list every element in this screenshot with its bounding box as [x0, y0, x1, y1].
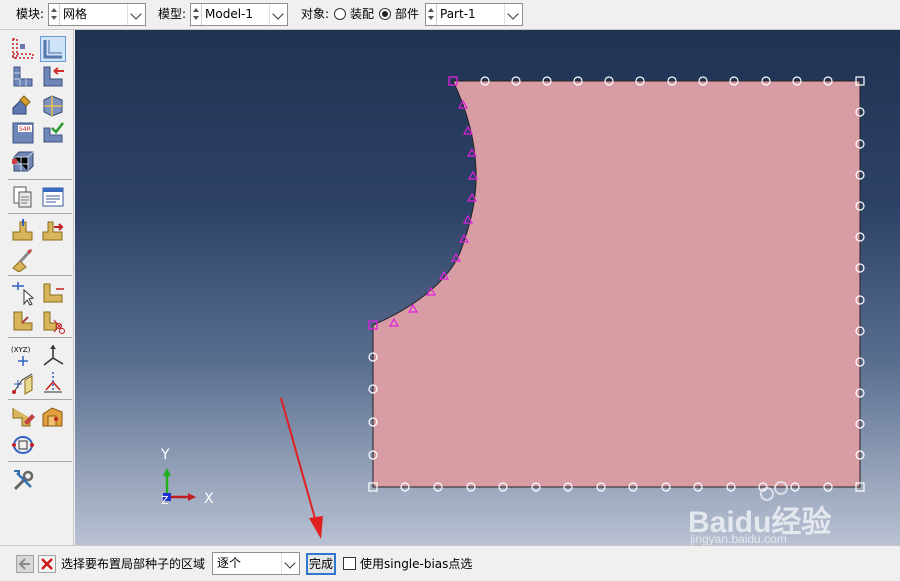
module-value: 网格 [63, 7, 88, 21]
assembly-option-label: 装配 [350, 7, 375, 21]
context-toolbar: 模块: 网格 模型: Model-1 对象: 装配 部件 Part-1 [0, 0, 900, 30]
chevron-down-icon[interactable] [269, 4, 287, 25]
verify-mesh-icon[interactable] [40, 120, 66, 146]
single-bias-checkbox[interactable] [343, 557, 356, 570]
part-option-label: 部件 [395, 7, 420, 21]
model-label: 模型: [158, 7, 187, 21]
watermark-url: jingyan.baidu.com [689, 532, 787, 545]
graphics-viewport[interactable]: Y Z X Baidu经验 jingyan.baidu.com [75, 30, 900, 545]
seed-part-icon[interactable] [10, 36, 36, 62]
mesh-toolbox: S4R (XYZ) [0, 30, 74, 545]
toolbox-separator [8, 213, 72, 214]
module-combo[interactable]: 网格 [48, 3, 146, 26]
model-combo[interactable]: Model-1 [190, 3, 288, 26]
mesh-controls-icon[interactable] [10, 64, 36, 90]
toolbox-separator [8, 461, 72, 462]
triad-y-label: Y [160, 447, 170, 463]
query-icon[interactable] [10, 184, 36, 210]
toolbox-separator [8, 179, 72, 180]
edit-feature-icon[interactable] [40, 280, 66, 306]
part-spin[interactable] [426, 4, 437, 25]
tools-icon[interactable] [40, 404, 66, 430]
toolbox-separator [8, 275, 72, 276]
triad-z-label: Z [161, 494, 169, 507]
part-canvas[interactable]: Y Z X Baidu经验 jingyan.baidu.com [75, 30, 900, 545]
seed-edge-icon[interactable] [40, 36, 66, 62]
back-button[interactable] [16, 555, 34, 573]
back-arrow-icon [16, 555, 34, 573]
datum-axis-icon[interactable] [40, 308, 66, 334]
prompt-text: 选择要布置局部种子的区域 [61, 557, 206, 571]
assign-stack-icon[interactable] [10, 246, 36, 273]
model-spin[interactable] [191, 4, 202, 25]
chevron-down-icon[interactable] [281, 553, 299, 574]
partition-cell-icon[interactable] [10, 370, 36, 396]
part-value: Part-1 [440, 7, 476, 21]
selection-mode-value: 逐个 [217, 556, 242, 570]
datum-plane-icon[interactable]: (XYZ) [10, 342, 36, 368]
partition-icon[interactable] [40, 92, 66, 118]
prompt-area: 选择要布置局部种子的区域 逐个 完成 使用single-bias点选 [0, 545, 900, 581]
close-icon [38, 555, 56, 573]
module-label: 模块: [16, 7, 45, 21]
view-manager-icon[interactable] [40, 184, 66, 210]
toolbox-separator [8, 399, 72, 400]
selection-mode-combo[interactable]: 逐个 [212, 552, 300, 575]
wrench-icon[interactable] [10, 468, 36, 494]
part-combo[interactable]: Part-1 [425, 3, 523, 26]
assembly-radio[interactable] [334, 8, 346, 20]
annotation-arrow [280, 397, 323, 539]
datum-point-icon[interactable] [10, 308, 36, 334]
switch-context-icon[interactable] [10, 432, 36, 458]
toolbox-separator [8, 337, 72, 338]
mesh-region-icon[interactable] [10, 148, 36, 174]
part-shape [372, 80, 861, 488]
single-bias-label: 使用single-bias点选 [360, 557, 473, 571]
object-label: 对象: [301, 7, 330, 21]
done-button[interactable]: 完成 [306, 553, 336, 575]
chevron-down-icon[interactable] [504, 4, 522, 25]
chevron-down-icon[interactable] [127, 4, 145, 25]
baidu-watermark: Baidu经验 jingyan.baidu.com [688, 481, 831, 545]
part-radio[interactable] [379, 8, 391, 20]
element-type-icon[interactable] [40, 64, 66, 90]
mesh-part-icon[interactable] [10, 92, 36, 118]
module-spin[interactable] [49, 4, 60, 25]
svg-text:S4R: S4R [19, 126, 31, 133]
triad-x-label: X [204, 491, 214, 507]
svg-text:(XYZ): (XYZ) [11, 346, 31, 354]
create-feature-icon[interactable] [10, 280, 36, 306]
edit-mesh-icon[interactable] [10, 218, 36, 244]
sketch-icon[interactable] [10, 404, 36, 430]
virtual-topology-icon[interactable]: S4R [10, 120, 36, 146]
create-cut-icon[interactable] [40, 370, 66, 396]
cancel-button[interactable] [38, 555, 56, 573]
model-value: Model-1 [205, 7, 253, 21]
delete-mesh-icon[interactable] [40, 218, 66, 244]
datum-csys-icon[interactable] [40, 342, 66, 368]
